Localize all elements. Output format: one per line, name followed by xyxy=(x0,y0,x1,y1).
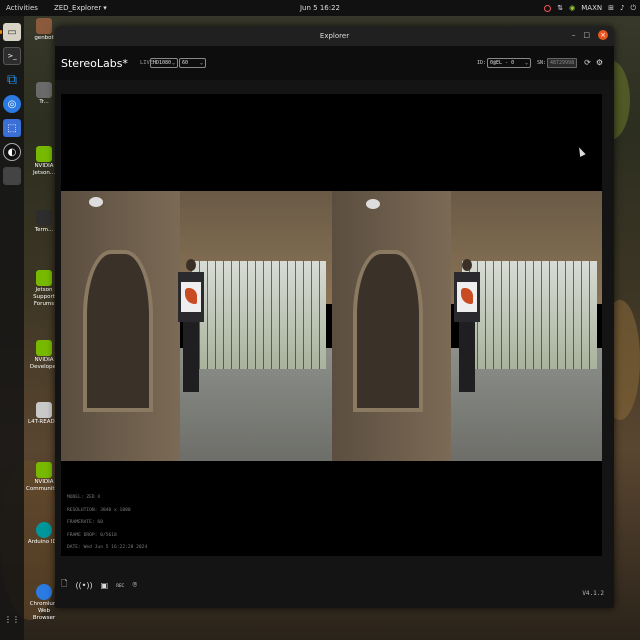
chevron-down-icon: ⌄ xyxy=(171,60,175,66)
nvidia-mode-label[interactable]: MAXN xyxy=(581,4,602,12)
frame-drop-info: FRAME DROP: 0/5618 xyxy=(67,532,117,538)
chevron-down-icon: ⌄ xyxy=(199,60,203,66)
stream-icon[interactable]: ((•)) xyxy=(75,581,92,590)
terminal-icon[interactable]: >_ xyxy=(3,47,21,65)
version-label: V4.1.2 xyxy=(582,590,604,597)
folder-icon xyxy=(36,402,52,418)
sn-label: SN: xyxy=(537,60,547,66)
app-menu[interactable]: ZED_Explorer ▾ xyxy=(54,4,107,12)
serial-number-field[interactable]: 48729998 xyxy=(547,58,577,68)
rec-label[interactable]: REC xyxy=(116,583,124,588)
power-icon[interactable]: ⏻ xyxy=(630,4,636,13)
trash-icon xyxy=(36,82,52,98)
active-window-icon[interactable] xyxy=(3,167,21,185)
stereo-video-feed xyxy=(61,191,602,461)
app-toolbar: StereoLabs* LIVE HD1080 ⌄ 60 ⌄ ID: 0@EL … xyxy=(55,46,614,80)
framerate-info: FRAMERATE: 60 xyxy=(67,520,103,525)
left-camera-image xyxy=(61,191,332,461)
chromium-icon xyxy=(36,584,52,600)
obs-icon[interactable]: ◐ xyxy=(3,143,21,161)
network-status-icon[interactable]: ⊞ xyxy=(608,4,614,12)
clock[interactable]: Jun 5 16:22 xyxy=(300,4,340,12)
home-folder-icon xyxy=(36,18,52,34)
screenshot-icon[interactable]: ⬚ xyxy=(3,119,21,137)
nvidia-icon xyxy=(36,146,52,162)
bottom-icons: 🗋 ((•)) ▣ REC ⌾ xyxy=(61,578,137,592)
chromium-icon[interactable]: ◎ xyxy=(3,95,21,113)
resolution-info: RESOLUTION: 3840 x 1080 xyxy=(67,507,131,513)
bottom-toolbar: 🗋 ((•)) ▣ REC ⌾ V4.1.2 xyxy=(55,562,614,608)
network-icon[interactable]: ⇅ xyxy=(557,4,563,12)
minimize-button[interactable]: – xyxy=(572,31,576,39)
nvidia-icon xyxy=(36,340,52,356)
explorer-window: Explorer – □ × StereoLabs* LIVE HD1080 ⌄… xyxy=(55,26,614,608)
fps-select[interactable]: 60 ⌄ xyxy=(179,58,206,68)
dock: ▭ >_ ⧉ ◎ ⬚ ◐ ⋮⋮ xyxy=(0,16,24,640)
video-viewer[interactable]: MODEL: ZED X RESOLUTION: 3840 x 1080 FRA… xyxy=(61,94,602,556)
person-with-sign xyxy=(175,258,207,426)
person-with-sign xyxy=(451,258,483,426)
nvidia-icon[interactable]: ◉ xyxy=(569,4,575,12)
volume-icon[interactable]: ♪ xyxy=(620,4,624,12)
gear-icon[interactable]: ⚙ xyxy=(595,58,604,67)
show-apps-icon[interactable]: ⋮⋮ xyxy=(3,610,21,628)
brand-logo: StereoLabs* xyxy=(61,56,128,70)
camera-icon[interactable]: ⌾ xyxy=(132,580,137,590)
vscode-icon[interactable]: ⧉ xyxy=(3,71,21,89)
activities-button[interactable]: Activities xyxy=(6,4,38,12)
system-top-bar: Activities ZED_Explorer ▾ Jun 5 16:22 ⇅ … xyxy=(0,0,640,16)
refresh-icon[interactable]: ⟳ xyxy=(583,58,592,67)
resolution-select[interactable]: HD1080 ⌄ xyxy=(150,58,178,68)
files-icon[interactable]: ▭ xyxy=(0,23,21,41)
app-menu-label: ZED_Explorer xyxy=(53,4,102,12)
camera-info-overlay: MODEL: ZED X RESOLUTION: 3840 x 1080 FRA… xyxy=(67,492,147,555)
date-info: DATE: Wed Jun 5 16:22:28 2024 xyxy=(67,545,148,550)
chevron-down-icon: ⌄ xyxy=(524,60,528,66)
right-camera-image xyxy=(331,191,602,461)
camera-id-select[interactable]: 0@EL - 0 ⌄ xyxy=(487,58,531,68)
window-title: Explorer xyxy=(319,32,350,40)
nvidia-icon xyxy=(36,270,52,286)
window-controls: – □ × xyxy=(572,30,608,40)
recording-icon[interactable]: ▣ xyxy=(101,581,109,590)
system-tray[interactable]: ⇅ ◉ MAXN ⊞ ♪ ⏻ xyxy=(544,0,636,16)
power-mode-icon[interactable] xyxy=(544,4,552,12)
terminal-icon xyxy=(36,210,52,226)
window-titlebar[interactable]: Explorer – □ × xyxy=(55,26,614,46)
arduino-icon xyxy=(36,522,52,538)
model-info: MODEL: ZED X xyxy=(67,495,101,500)
maximize-button[interactable]: □ xyxy=(583,31,590,39)
close-button[interactable]: × xyxy=(598,30,608,40)
file-icon[interactable]: 🗋 xyxy=(61,578,67,592)
id-label: ID: xyxy=(477,60,487,66)
chevron-down-icon: ▾ xyxy=(103,4,107,12)
nvidia-icon xyxy=(36,462,52,478)
